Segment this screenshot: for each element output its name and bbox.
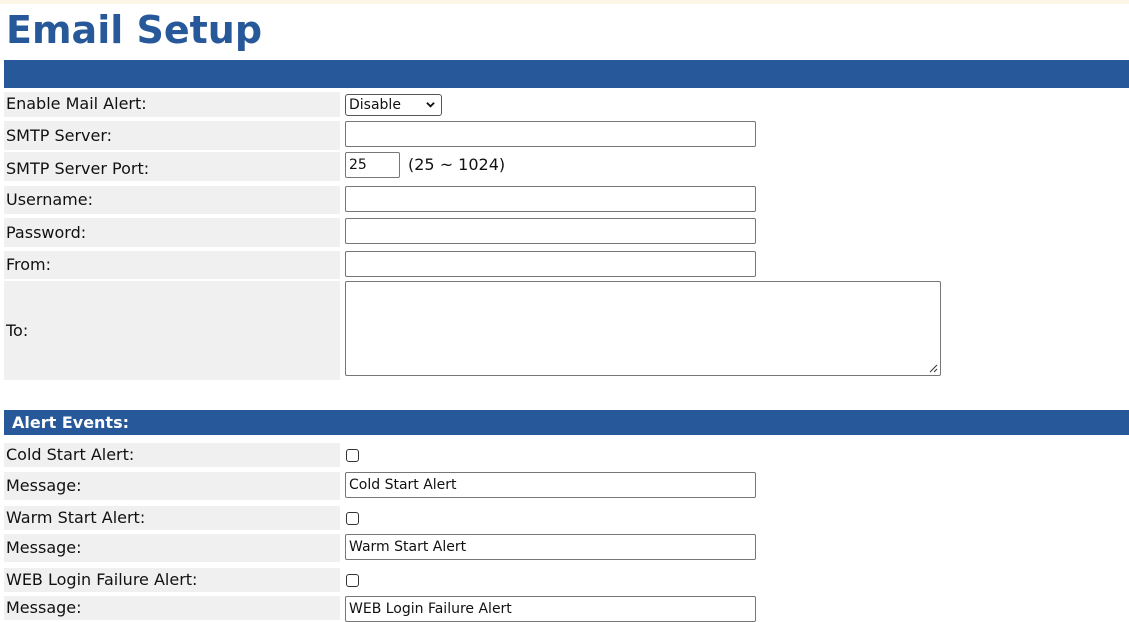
smtp-server-label: SMTP Server:: [4, 121, 340, 150]
row-to: To:: [4, 281, 1129, 380]
header-bar: [4, 60, 1129, 88]
cold-start-alert-checkbox[interactable]: [346, 449, 359, 462]
row-from: From:: [4, 251, 1129, 279]
from-label: From:: [4, 251, 340, 279]
row-password: Password:: [4, 218, 1129, 247]
warm-start-alert-label: Warm Start Alert:: [4, 506, 340, 530]
web-login-failure-alert-checkbox[interactable]: [346, 574, 359, 587]
web-login-failure-message-input[interactable]: [345, 596, 756, 622]
cold-start-message-input[interactable]: [345, 472, 756, 498]
smtp-port-range: (25 ~ 1024): [408, 155, 506, 174]
row-smtp-port: SMTP Server Port: (25 ~ 1024): [4, 152, 1129, 181]
enable-mail-alert-select[interactable]: Disable: [345, 94, 442, 116]
enable-mail-alert-label: Enable Mail Alert:: [4, 92, 340, 117]
from-input[interactable]: [345, 251, 756, 277]
web-login-failure-message-label: Message:: [4, 596, 340, 620]
row-username: Username:: [4, 186, 1129, 214]
password-label: Password:: [4, 218, 340, 247]
warm-start-message-label: Message:: [4, 534, 340, 562]
row-web-login-failure-alert: WEB Login Failure Alert:: [4, 568, 1129, 592]
alert-events-heading: Alert Events:: [4, 410, 1129, 435]
to-label: To:: [4, 281, 340, 380]
warm-start-message-input[interactable]: [345, 534, 756, 560]
cold-start-message-label: Message:: [4, 472, 340, 500]
row-warm-start-alert: Warm Start Alert:: [4, 506, 1129, 530]
warm-start-alert-checkbox[interactable]: [346, 512, 359, 525]
row-smtp-server: SMTP Server:: [4, 121, 1129, 150]
username-input[interactable]: [345, 186, 756, 212]
row-enable-mail-alert: Enable Mail Alert: Disable: [4, 92, 1129, 117]
row-warm-start-message: Message:: [4, 534, 1129, 562]
web-login-failure-alert-label: WEB Login Failure Alert:: [4, 568, 340, 592]
enable-mail-alert-selected-value: Disable: [349, 97, 401, 113]
top-accent-line: [0, 0, 1129, 4]
password-input[interactable]: [345, 218, 756, 244]
chevron-down-icon: [426, 102, 435, 108]
to-textarea[interactable]: [345, 281, 941, 376]
row-web-login-failure-message: Message:: [4, 596, 1129, 622]
smtp-port-label: SMTP Server Port:: [4, 152, 340, 181]
row-cold-start-alert: Cold Start Alert:: [4, 443, 1129, 467]
smtp-port-input[interactable]: [345, 152, 400, 178]
resize-grip-icon[interactable]: [928, 363, 938, 373]
smtp-server-input[interactable]: [345, 121, 756, 147]
username-label: Username:: [4, 186, 340, 214]
row-cold-start-message: Message:: [4, 472, 1129, 500]
page-title: Email Setup: [6, 8, 263, 52]
cold-start-alert-label: Cold Start Alert:: [4, 443, 340, 467]
